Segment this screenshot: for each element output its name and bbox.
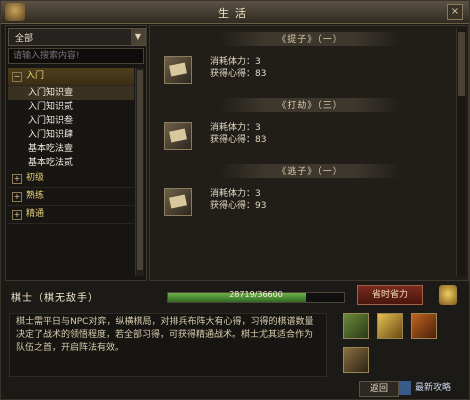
expand-icon[interactable]: + [12, 192, 22, 202]
expand-icon[interactable]: + [12, 210, 22, 220]
entry-stats: 消耗体力：3 获得心得：83 [210, 122, 266, 146]
window-title: 生活 [218, 7, 252, 20]
category-chuji[interactable]: + 初级 [8, 170, 134, 188]
guide-watermark: 最新攻略 [415, 383, 452, 393]
stamina-label: 消耗体力： [210, 57, 256, 67]
scrollbar-thumb[interactable] [458, 32, 465, 96]
category-jingtong[interactable]: + 精通 [8, 206, 134, 224]
category-rumen[interactable]: − 入门 [8, 68, 134, 86]
book-icon[interactable] [164, 122, 192, 150]
list-item[interactable]: 基本吃法贰 [8, 156, 134, 170]
category-label: 初级 [26, 173, 45, 183]
life-skill-window: 生活 × 全部 ▼ − 入门 入门知识壹 入门知识贰 入门知识叁 入门知识肆 基… [0, 0, 470, 400]
skill-description: 棋士需平日与NPC对弈，纵横棋局，对排兵布阵大有心得，习得的棋谱数量决定了战术的… [9, 313, 327, 377]
category-label: 精通 [26, 209, 45, 219]
flag-icon [399, 381, 411, 395]
entry-banner: 《提子》（一） [220, 32, 400, 46]
save-time-button[interactable]: 省时省力 [357, 285, 423, 305]
skill-slot-icon[interactable] [411, 313, 437, 339]
stamina-value: 3 [255, 123, 261, 133]
entry-stats: 消耗体力：3 获得心得：93 [210, 188, 266, 212]
stamina-label: 消耗体力： [210, 189, 256, 199]
category-tree: − 入门 入门知识壹 入门知识贰 入门知识叁 入门知识肆 基本吃法壹 基本吃法贰… [8, 68, 134, 224]
category-label: 熟练 [26, 191, 45, 201]
scrollbar-thumb[interactable] [137, 70, 143, 270]
category-panel: 全部 ▼ − 入门 入门知识壹 入门知识贰 入门知识叁 入门知识肆 基本吃法壹 … [5, 25, 147, 281]
skill-slot-icon[interactable] [343, 347, 369, 373]
title-bar[interactable]: 生活 × [1, 1, 469, 24]
gain-label: 获得心得： [210, 69, 256, 79]
chevron-down-icon[interactable]: ▼ [131, 29, 145, 45]
category-label: 入门 [26, 71, 45, 81]
progress-text: 28719/36600 [229, 290, 283, 299]
close-button[interactable]: × [447, 4, 463, 20]
book-icon[interactable] [164, 56, 192, 84]
skill-status-area: 棋士（棋无敌手） 28719/36600 省时省力 棋士需平日与NPC对弈，纵横… [5, 283, 467, 397]
category-shulian[interactable]: + 熟练 [8, 188, 134, 206]
entry-stats: 消耗体力：3 获得心得：83 [210, 56, 266, 80]
list-item[interactable]: 入门知识贰 [8, 100, 134, 114]
filter-dropdown-value: 全部 [15, 34, 34, 44]
rank-title: 棋士（棋无敌手） [11, 293, 99, 304]
skill-slot-icon[interactable] [343, 313, 369, 339]
entry-banner: 《打劫》（三） [220, 98, 400, 112]
expand-icon[interactable]: + [12, 174, 22, 184]
stamina-value: 3 [255, 189, 261, 199]
entry-banner: 《逃子》（一） [220, 164, 400, 178]
entry-list: 《提子》（一） 消耗体力：3 获得心得：83 《打劫》（三） 消耗体力：3 获得… [149, 25, 469, 281]
return-button[interactable]: 返回 [359, 381, 399, 397]
cup-icon[interactable] [439, 285, 457, 305]
filter-dropdown[interactable]: 全部 ▼ [8, 28, 146, 46]
book-icon[interactable] [164, 188, 192, 216]
stamina-value: 3 [255, 57, 261, 67]
stamina-label: 消耗体力： [210, 123, 256, 133]
gain-value: 83 [255, 135, 267, 145]
list-item[interactable]: 基本吃法壹 [8, 142, 134, 156]
gain-value: 83 [255, 69, 267, 79]
search-input[interactable] [8, 48, 144, 64]
collapse-icon[interactable]: − [12, 72, 22, 82]
entry-scrollbar[interactable] [456, 28, 466, 276]
list-item[interactable]: 入门知识肆 [8, 128, 134, 142]
category-scrollbar[interactable] [135, 68, 144, 276]
gain-label: 获得心得： [210, 135, 256, 145]
gain-value: 93 [255, 201, 267, 211]
list-item[interactable]: 入门知识壹 [8, 86, 134, 100]
skill-slot-icon[interactable] [377, 313, 403, 339]
gain-label: 获得心得： [210, 201, 256, 211]
list-item[interactable]: 入门知识叁 [8, 114, 134, 128]
